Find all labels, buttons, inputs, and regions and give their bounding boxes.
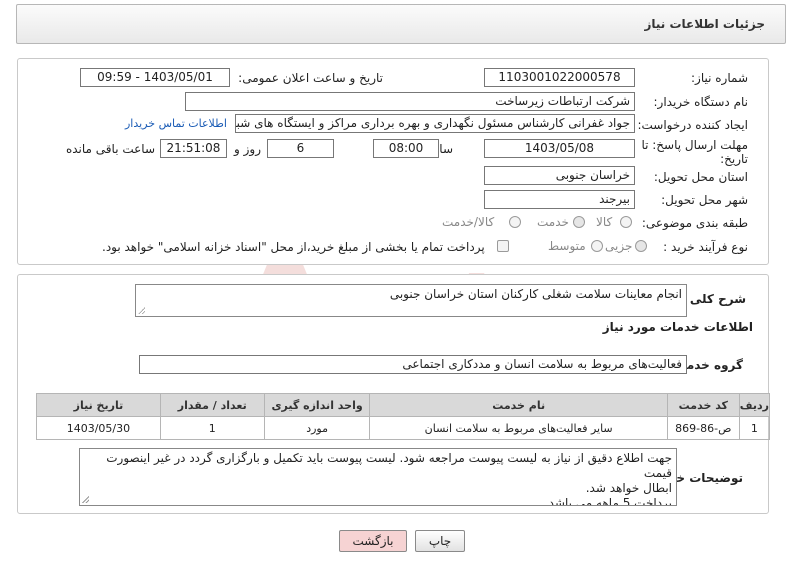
print-button[interactable]: چاپ [415,530,465,552]
table-row: 1 ص-86-869 سایر فعالیت‌های مربوط به سلام… [36,416,771,440]
summary-text: انجام معاینات سلامت شغلی کارکنان استان خ… [389,287,682,301]
buyer-notes-field: جهت اطلاع دقیق از نیاز به لیست پیوست مرا… [79,448,677,506]
province-field: خراسان جنوبی [484,166,635,185]
need-details-panel [17,58,769,265]
back-button[interactable]: بازگشت [339,530,407,552]
cell-row: 1 [738,416,771,440]
services-table: ردیف کد خدمت نام خدمت واحد اندازه گیری ت… [36,393,771,440]
page-title: جزئیات اطلاعات نیاز [644,17,765,31]
remaining-time-field: 21:51:08 [160,139,227,158]
summary-field: انجام معاینات سلامت شغلی کارکنان استان خ… [135,284,687,317]
cell-unit: مورد [263,416,371,440]
category-radio-service[interactable] [573,216,585,228]
cell-service-name: سایر فعالیت‌های مربوط به سلامت انسان [369,416,668,440]
process-option-medium: متوسط [548,239,586,253]
resize-handle[interactable] [138,307,145,314]
province-label: استان محل تحویل: [653,170,748,184]
treasury-text: پرداخت تمام یا بخشی از مبلغ خرید،از محل … [102,240,485,254]
services-section-title: اطلاعات خدمات مورد نیاز [602,320,753,334]
process-radio-minor[interactable] [635,240,647,252]
deadline-date-field: 1403/05/08 [484,139,635,158]
need-number-field: 1103001022000578 [484,68,635,87]
cell-quantity: 1 [159,416,265,440]
category-option-goods-service: کالا/خدمت [442,215,495,229]
category-radio-goods[interactable] [620,216,632,228]
category-label: طبقه بندی موضوعی: [641,216,748,230]
days-label: روز و [234,142,261,156]
category-option-goods: کالا [596,215,613,229]
col-row: ردیف [738,393,771,417]
buyer-contact-link[interactable]: اطلاعات تماس خریدار [125,117,227,130]
announce-label: تاریخ و ساعت اعلان عمومی: [238,71,383,85]
treasury-checkbox[interactable] [497,240,509,252]
page-header: جزئیات اطلاعات نیاز [16,4,786,44]
buyer-notes-line-1: جهت اطلاع دقیق از نیاز به لیست پیوست مرا… [106,451,672,480]
announce-field: 1403/05/01 - 09:59 [80,68,230,87]
need-number-label: شماره نیاز: [691,71,748,85]
buyer-org-field: شرکت ارتباطات زیرساخت [185,92,635,111]
city-field: بیرجند [484,190,635,209]
buyer-notes-line-3: پرداخت 5 ماهه می باشد. [544,496,672,506]
table-header-row: ردیف کد خدمت نام خدمت واحد اندازه گیری ت… [36,393,771,417]
category-radio-goods-service[interactable] [509,216,521,228]
col-service-name: نام خدمت [369,393,668,417]
buyer-notes-line-2: ابطال خواهد شد. [585,481,672,495]
cell-need-date: 1403/05/30 [36,416,161,440]
process-radio-medium[interactable] [591,240,603,252]
resize-handle[interactable] [82,496,89,503]
remaining-label: ساعت باقی مانده [65,142,155,156]
deadline-time-field: 08:00 [373,139,439,158]
col-need-date: تاریخ نیاز [36,393,161,417]
col-code: کد خدمت [666,393,740,417]
deadline-label: مهلت ارسال پاسخ: تا [641,138,748,152]
deadline-label-date: تاریخ: [720,152,748,166]
col-quantity: تعداد / مقدار [159,393,265,417]
col-unit: واحد اندازه گیری [263,393,371,417]
process-option-minor: جزیی [605,239,633,253]
category-option-service: خدمت [537,215,569,229]
cell-code: ص-86-869 [666,416,740,440]
creator-field: جواد غفرانی کارشناس مسئول نگهداری و بهره… [235,114,635,133]
process-label: نوع فرآیند خرید : [663,240,748,254]
buyer-org-label: نام دستگاه خریدار: [653,95,749,109]
days-field: 6 [267,139,334,158]
creator-label: ایجاد کننده درخواست: [637,118,748,132]
city-label: شهر محل تحویل: [661,193,748,207]
service-group-field: فعالیت‌های مربوط به سلامت انسان و مددکار… [139,355,687,374]
